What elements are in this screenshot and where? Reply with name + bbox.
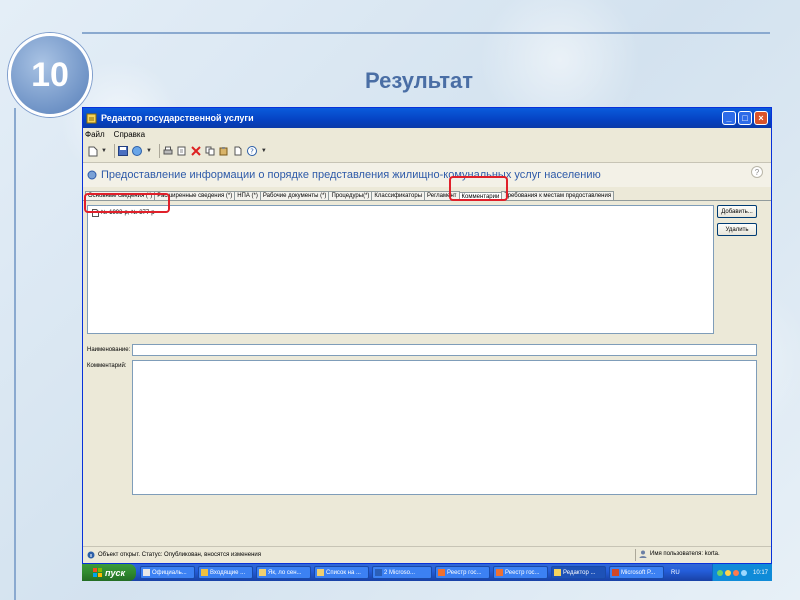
tab-content: № 1993-р, № 377-р Добавить... Удалить На…: [83, 201, 771, 521]
windows-logo-icon: [92, 568, 102, 577]
tab-bar: Основные сведения (*) Расширенные сведен…: [83, 187, 771, 201]
taskbar-item[interactable]: Входящие ...: [198, 566, 253, 579]
maximize-button[interactable]: □: [738, 111, 752, 125]
help-dropdown-icon[interactable]: ▼: [261, 148, 267, 154]
minimize-button[interactable]: _: [722, 111, 736, 125]
close-button[interactable]: ×: [754, 111, 768, 125]
new-dropdown-icon[interactable]: ▼: [101, 148, 107, 154]
taskbar-item-label: Як, ло сен...: [268, 569, 302, 576]
copy-icon[interactable]: [205, 146, 216, 157]
taskbar-item[interactable]: Реестр гос...: [493, 566, 548, 579]
editor-window: Редактор государственной услуги _ □ × Фа…: [82, 107, 772, 564]
start-button[interactable]: пуск: [82, 564, 136, 581]
taskbar-item-label: Редактор ...: [563, 569, 596, 576]
slide-number: 10: [31, 55, 69, 94]
status-bar: Объект открыт. Статус: Опубликован, внос…: [83, 546, 771, 563]
add-button[interactable]: Добавить...: [717, 205, 757, 218]
taskbar-item[interactable]: Список на ...: [314, 566, 369, 579]
tray-app-icon[interactable]: [724, 569, 731, 576]
tab-procedures[interactable]: Процедуры(*): [328, 191, 373, 200]
menu-bar: Файл Справка: [83, 128, 771, 140]
menu-help[interactable]: Справка: [114, 130, 145, 139]
document-icon: [143, 569, 150, 576]
taskbar-item[interactable]: Реестр гос...: [435, 566, 490, 579]
list-item[interactable]: № 1993-р, № 377-р: [88, 206, 713, 217]
system-tray: 10:17: [711, 564, 772, 581]
decorative-left-line: [14, 108, 16, 600]
globe-icon[interactable]: [132, 146, 143, 157]
toolbar-separator: [113, 144, 115, 158]
word-icon: [375, 569, 382, 576]
tray-volume-icon[interactable]: [740, 569, 747, 576]
highlight-list-item: [84, 193, 170, 213]
header-help-icon[interactable]: ?: [751, 166, 763, 178]
taskbar-item-label: Реестр гос...: [447, 569, 482, 576]
comment-textarea[interactable]: [132, 360, 757, 495]
service-header: Предоставление информации о порядке пред…: [83, 163, 771, 187]
decorative-top-line: [82, 32, 770, 34]
paste-icon[interactable]: [219, 146, 230, 157]
taskbar-item[interactable]: Официаль...: [140, 566, 195, 579]
taskbar-item-label: 2 Microso...: [384, 569, 416, 576]
status-message: Объект открыт. Статус: Опубликован, внос…: [87, 551, 261, 559]
delete-button[interactable]: Удалить: [717, 223, 757, 236]
taskbar-item-label: Входящие ...: [210, 569, 246, 576]
print-icon[interactable]: [163, 146, 174, 157]
user-icon: [639, 550, 647, 558]
taskbar-item-label: Список на ...: [326, 569, 361, 576]
language-indicator[interactable]: RU: [671, 570, 680, 576]
svg-text:?: ?: [251, 148, 255, 156]
tab-place-requirements[interactable]: Требования к местам предоставления: [501, 191, 615, 200]
browser-icon: [438, 569, 445, 576]
folder-icon: [317, 569, 324, 576]
globe-dropdown-icon[interactable]: ▼: [146, 148, 152, 154]
powerpoint-icon: [612, 569, 619, 576]
highlight-comments-tab: [449, 176, 508, 201]
new-document-icon[interactable]: [87, 146, 98, 157]
mail-icon: [201, 569, 208, 576]
app-icon: [86, 113, 97, 123]
tab-npa[interactable]: НПА (*): [234, 191, 261, 200]
info-icon: [87, 551, 95, 559]
tray-app-icon[interactable]: [732, 569, 739, 576]
tab-classifiers[interactable]: Классификаторы: [371, 191, 426, 200]
window-titlebar[interactable]: Редактор государственной услуги _ □ ×: [83, 108, 771, 128]
tab-work-documents[interactable]: Рабочие документы (*): [259, 191, 330, 200]
status-user-text: Имя пользователя: korta.: [650, 551, 720, 557]
slide-number-badge: 10: [8, 33, 92, 117]
status-text: Объект открыт. Статус: Опубликован, внос…: [98, 552, 261, 558]
status-user: Имя пользователя: korta.: [639, 550, 720, 558]
editor-icon: [554, 569, 561, 576]
save-icon[interactable]: [118, 146, 129, 157]
status-separator: [635, 549, 636, 561]
taskbar: пуск Официаль... Входящие ... Як, ло сен…: [82, 564, 772, 581]
name-label: Наименование:: [87, 347, 131, 353]
comment-label: Комментарий:: [87, 363, 127, 369]
taskbar-item[interactable]: 2 Microso...: [372, 566, 432, 579]
menu-file[interactable]: Файл: [85, 130, 105, 139]
taskbar-item-active[interactable]: Редактор ...: [551, 566, 606, 579]
toolbar: ▼ ▼ ? ▼: [83, 140, 771, 163]
folder-icon: [259, 569, 266, 576]
help-icon[interactable]: ?: [247, 146, 258, 157]
browser-icon: [496, 569, 503, 576]
document-icon[interactable]: [233, 146, 244, 157]
taskbar-item-label: Реестр гос...: [505, 569, 540, 576]
delete-icon[interactable]: [191, 146, 202, 157]
taskbar-item-label: Официаль...: [152, 569, 187, 576]
start-label: пуск: [104, 567, 126, 578]
comments-list[interactable]: № 1993-р, № 377-р: [87, 205, 714, 334]
slide-title: Результат: [365, 68, 474, 93]
service-title: Предоставление информации о порядке пред…: [101, 169, 601, 181]
preview-icon[interactable]: [177, 146, 188, 157]
tray-network-icon[interactable]: [716, 569, 723, 576]
window-title: Редактор государственной услуги: [101, 113, 254, 123]
taskbar-item[interactable]: Microsoft P...: [609, 566, 664, 579]
taskbar-item[interactable]: Як, ло сен...: [256, 566, 311, 579]
name-input[interactable]: [132, 344, 757, 356]
taskbar-item-label: Microsoft P...: [621, 569, 656, 576]
service-icon: [87, 170, 97, 180]
toolbar-separator: [158, 144, 160, 158]
clock[interactable]: 10:17: [753, 570, 768, 576]
